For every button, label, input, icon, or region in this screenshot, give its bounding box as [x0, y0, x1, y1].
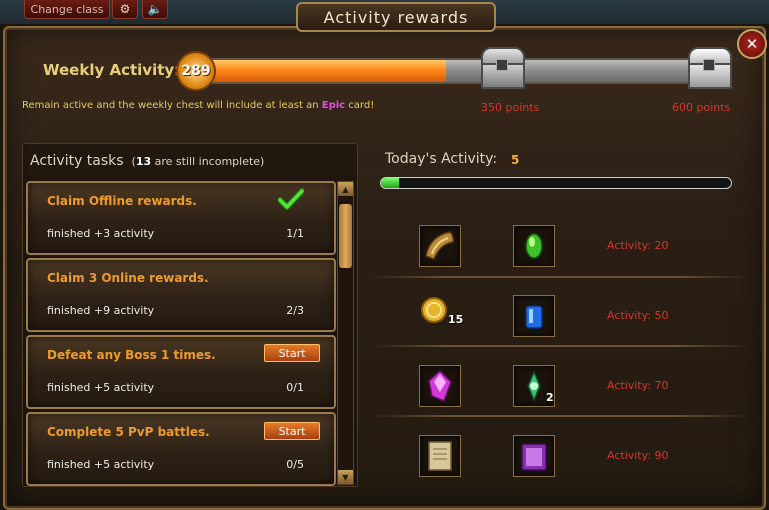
chest-600-points: 600 points [672, 101, 731, 114]
blue-potion-icon[interactable] [513, 295, 555, 337]
incomplete-count: 13 [135, 155, 152, 168]
chest-350-icon[interactable] [479, 47, 525, 89]
scroll-up-icon[interactable]: ▲ [338, 182, 353, 196]
task-item-claim-offline[interactable]: Claim Offline rewards. finished +3 activ… [26, 181, 336, 255]
purple-book-icon[interactable] [513, 435, 555, 477]
row-activity-50: Activity: 50 [607, 309, 669, 322]
todays-activity-value: 5 [511, 153, 520, 167]
chest-350-points: 350 points [481, 101, 540, 114]
gold-coin-icon[interactable] [419, 295, 449, 325]
gear-icon[interactable]: ⚙ [112, 0, 138, 19]
start-button[interactable]: Start [264, 344, 320, 362]
task-reward: finished +5 activity [47, 458, 155, 471]
horn-icon[interactable] [419, 225, 461, 267]
tasks-scrollbar[interactable]: ▲ ▼ [337, 181, 354, 485]
weekly-notice: Remain active and the weekly chest will … [22, 100, 375, 111]
window-title: Activity rewards [296, 2, 496, 32]
todays-activity-bar [380, 177, 732, 189]
weekly-progress-bar [194, 58, 718, 84]
checkmark-icon [278, 188, 304, 210]
sound-icon[interactable]: 🔈 [142, 0, 168, 19]
epic-text: Epic [321, 100, 346, 111]
shard-count: 2 [546, 391, 554, 404]
weekly-progress-fill [196, 60, 446, 82]
coin-count: 15 [448, 313, 464, 326]
row-divider [370, 345, 752, 347]
task-progress: 0/1 [286, 381, 304, 394]
row-divider [370, 415, 752, 417]
todays-activity-fill [381, 178, 399, 188]
row-activity-70: Activity: 70 [607, 379, 669, 392]
task-item-defeat-boss[interactable]: Defeat any Boss 1 times. Start finished … [26, 335, 336, 409]
weekly-activity-label: Weekly Activity: [43, 61, 181, 79]
task-item-claim-online[interactable]: Claim 3 Online rewards. finished +9 acti… [26, 258, 336, 332]
start-button[interactable]: Start [264, 422, 320, 440]
pink-crystal-icon[interactable] [419, 365, 461, 407]
change-class-button[interactable]: Change class [24, 0, 110, 19]
chest-600-icon[interactable] [686, 47, 732, 89]
task-progress: 0/5 [286, 458, 304, 471]
scroll-icon[interactable] [419, 435, 461, 477]
task-progress: 2/3 [286, 304, 304, 317]
row-divider [370, 276, 752, 278]
row-activity-90: Activity: 90 [607, 449, 669, 462]
todays-activity-label: Today's Activity: [385, 151, 498, 167]
scroll-thumb[interactable] [339, 204, 352, 268]
task-item-pvp-battles[interactable]: Complete 5 PvP battles. Start finished +… [26, 412, 336, 486]
weekly-activity-value: 289 [176, 51, 216, 91]
task-progress: 1/1 [286, 227, 304, 240]
activity-tasks-header: Activity tasks (13 are still incomplete) [30, 153, 265, 169]
task-title: Claim Offline rewards. [47, 194, 197, 208]
scroll-down-icon[interactable]: ▼ [338, 470, 353, 484]
task-reward: finished +5 activity [47, 381, 155, 394]
row-activity-20: Activity: 20 [607, 239, 669, 252]
task-title: Complete 5 PvP battles. [47, 425, 210, 439]
green-gem-icon[interactable] [513, 225, 555, 267]
task-reward: finished +9 activity [47, 304, 155, 317]
task-reward: finished +3 activity [47, 227, 155, 240]
task-title: Claim 3 Online rewards. [47, 271, 209, 285]
task-title: Defeat any Boss 1 times. [47, 348, 216, 362]
close-button[interactable]: ✕ [737, 29, 767, 59]
